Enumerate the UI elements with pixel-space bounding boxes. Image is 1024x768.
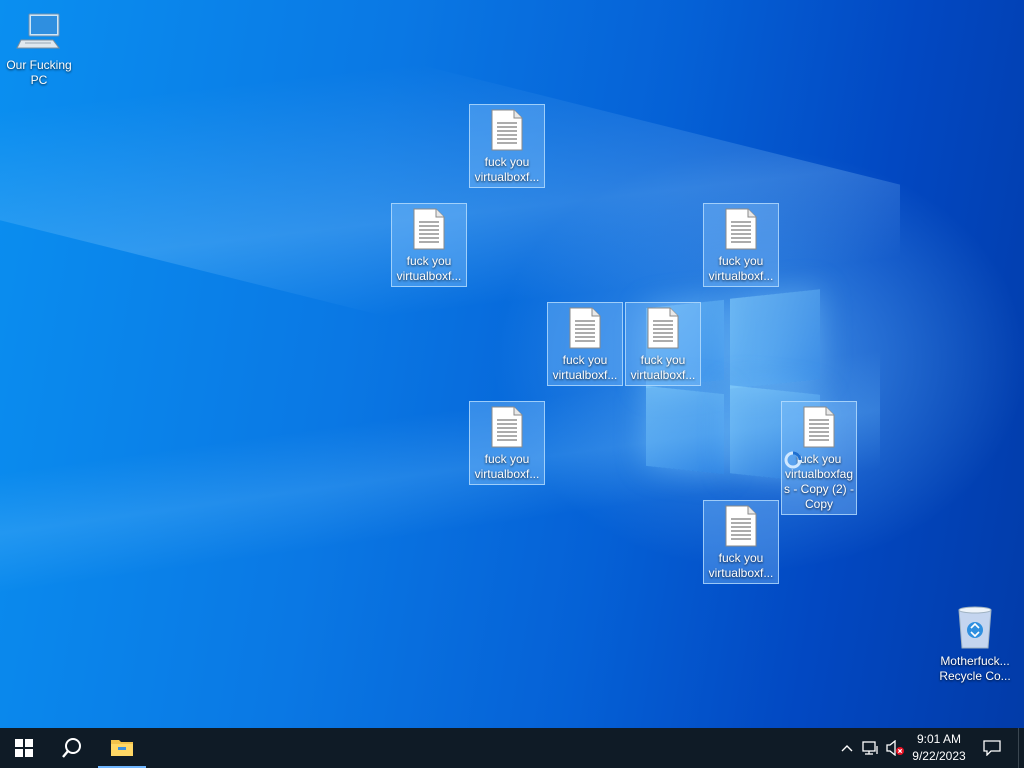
recycle-bin-icon [958,606,992,649]
icon-label: fuck you [406,254,452,268]
icon-label: virtualboxf... [708,566,774,580]
icon-label: PC [30,73,48,87]
icon-label: Our Fucking [6,58,72,72]
clock[interactable]: 9:01 AM 9/22/2023 [906,731,972,765]
taskbar: 9:01 AM 9/22/2023 [0,728,1024,768]
icon-label: Copy [804,497,833,511]
text-file-icon [647,307,679,349]
search-button[interactable] [48,728,96,768]
icon-label: Recycle Co... [939,669,1011,683]
busy-cursor-icon [784,451,802,469]
desktop-icon-text-file[interactable]: fuck you virtualboxf... [703,500,779,584]
desktop-icon-text-file[interactable]: fuck you virtualboxf... [703,203,779,287]
action-center-button[interactable] [976,728,1008,768]
text-file-icon [569,307,601,349]
desktop-icon-text-file[interactable]: fuck you virtualboxf... [547,302,623,386]
desktop-icon-text-file[interactable]: fuck you virtualboxf... [391,203,467,287]
icon-label: virtualboxf... [552,368,618,382]
icon-label: virtualboxfag [784,467,854,481]
taskbar-file-explorer[interactable] [98,728,146,768]
desktop-icon-text-file[interactable]: fuck you virtualboxf... [469,401,545,485]
action-center-icon [983,740,1001,756]
desktop-icon-text-file[interactable]: fuck you virtualboxf... [469,104,545,188]
clock-time: 9:01 AM [916,732,962,746]
icon-label: fuck you [484,155,530,169]
icon-label: virtualboxf... [396,269,462,283]
text-file-icon [491,406,523,448]
computer-icon [16,13,60,49]
show-hidden-icons-button[interactable] [838,728,856,768]
clock-date: 9/22/2023 [912,749,966,763]
icon-label: fuck you [718,254,764,268]
icon-label: Motherfuck... [940,654,1010,668]
icon-label: fuck you [718,551,764,565]
network-icon [862,741,878,755]
icon-label: virtualboxf... [708,269,774,283]
chevron-up-icon [841,745,853,752]
desktop[interactable]: Our Fucking PC fuck you virtualboxf... f… [0,0,1024,728]
network-button[interactable] [860,728,882,768]
light-beam-decoration [0,309,880,651]
text-file-icon [803,406,835,448]
icon-label: virtualboxf... [474,467,540,481]
text-file-icon [413,208,445,250]
volume-muted-icon [886,740,904,756]
icon-label: virtualboxf... [630,368,696,382]
icon-label: virtualboxf... [474,170,540,184]
icon-label: s - Copy (2) - [784,482,855,496]
text-file-icon [725,208,757,250]
text-file-icon [725,505,757,547]
show-desktop-button[interactable] [1018,728,1024,768]
file-explorer-icon [111,740,133,756]
desktop-icon-text-file[interactable]: fuck you virtualboxf... [625,302,701,386]
icon-label: fuck you [562,353,608,367]
windows-start-icon [15,739,33,757]
icon-label: fuck you [484,452,530,466]
text-file-icon [491,109,523,151]
search-icon [62,738,81,758]
desktop-icon-recycle-bin[interactable]: Motherfuck... Recycle Co... [936,600,1014,684]
start-button[interactable] [0,728,48,768]
icon-label: fuck you [640,353,686,367]
desktop-icon-this-pc[interactable]: Our Fucking PC [1,6,77,88]
volume-button[interactable] [884,728,906,768]
